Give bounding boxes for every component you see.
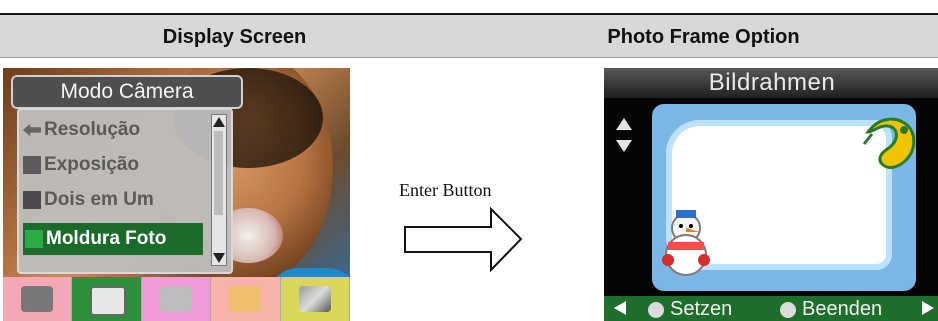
enter-button-label: Enter Button [399, 180, 492, 200]
prev-frame-icon[interactable] [614, 301, 626, 315]
two-in-one-icon [23, 190, 41, 209]
header-display-screen: Display Screen [162, 26, 307, 48]
menu-item-photo-frame[interactable]: Moldura Foto [23, 223, 203, 255]
display-screen-preview: Modo Câmera Resolução Exposição Dois em … [3, 68, 350, 321]
menu-item-resolution[interactable]: Resolução [23, 114, 203, 146]
gecko-icon [862, 117, 916, 169]
tab-settings[interactable] [280, 277, 350, 321]
button-dot-icon [780, 301, 796, 318]
tab-camera[interactable] [72, 277, 142, 321]
tab-effects[interactable] [211, 277, 281, 321]
up-down-arrows-icon[interactable] [614, 116, 634, 156]
menu-item-label: Resolução [44, 119, 141, 140]
menu-item-label: Exposição [44, 154, 140, 175]
button-dot-icon [648, 301, 664, 318]
camera-mode-title: Modo Câmera [11, 75, 243, 109]
photo-frame-screen: Bildrahmen Setzen Beenden [604, 68, 938, 321]
tab-video[interactable] [3, 277, 73, 321]
right-arrow-icon [404, 207, 523, 272]
mode-tabs [3, 277, 350, 321]
scroll-up-icon[interactable] [213, 117, 225, 127]
tools-icon [298, 286, 331, 312]
exit-button-label: Beenden [802, 298, 883, 320]
photo-frame-preview [652, 104, 916, 291]
header-photo-frame-option: Photo Frame Option [607, 26, 800, 48]
tab-audio[interactable] [141, 277, 212, 321]
snowman-icon [662, 210, 710, 276]
microphone-icon [159, 286, 192, 312]
menu-item-two-in-one[interactable]: Dois em Um [23, 184, 203, 216]
video-camera-icon [21, 286, 53, 312]
screen-title: Bildrahmen [604, 68, 938, 98]
table-header: Display Screen Photo Frame Option [0, 15, 938, 58]
menu-item-exposure[interactable]: Exposição [23, 149, 203, 181]
exposure-icon [23, 155, 41, 174]
set-button[interactable]: Setzen [648, 297, 732, 321]
camera-menu-panel: Resolução Exposição Dois em Um Moldura F… [17, 108, 233, 274]
menu-item-label: Dois em Um [44, 189, 154, 210]
next-frame-icon[interactable] [922, 301, 934, 315]
scroll-thumb[interactable] [214, 131, 223, 215]
camera-icon [90, 286, 127, 316]
photo-frame-icon [25, 229, 43, 248]
scroll-down-icon[interactable] [213, 253, 225, 263]
exit-button[interactable]: Beenden [780, 297, 882, 321]
resolution-icon [23, 123, 41, 137]
set-button-label: Setzen [670, 298, 733, 320]
menu-item-label: Moldura Foto [46, 228, 167, 249]
bottom-control-bar: Setzen Beenden [604, 296, 938, 321]
palette-icon [229, 286, 262, 312]
menu-scrollbar[interactable] [211, 114, 227, 266]
